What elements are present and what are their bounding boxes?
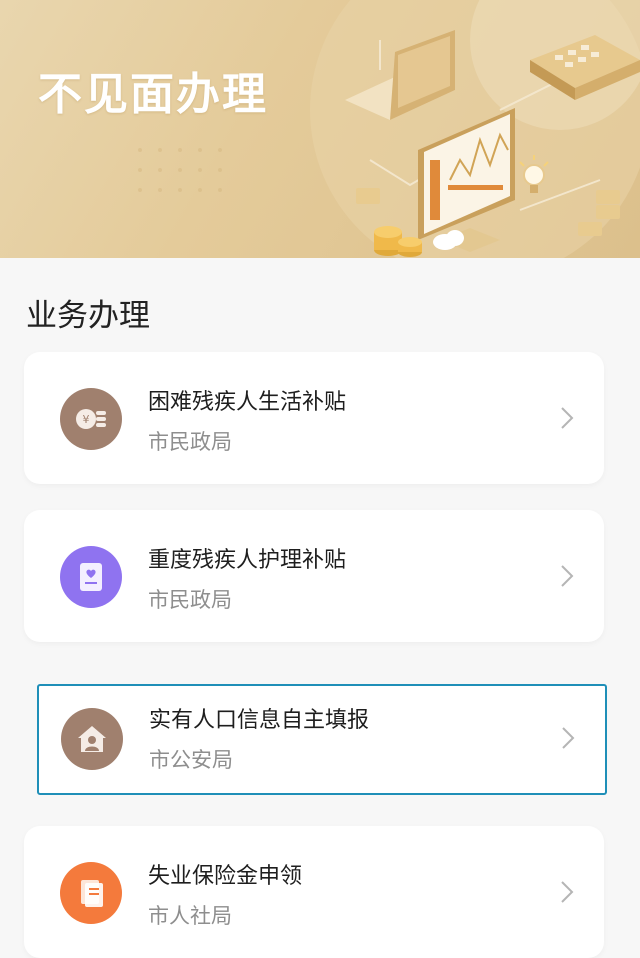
yuan-coins-icon: ¥ (60, 388, 122, 450)
section-title: 业务办理 (26, 298, 150, 334)
service-title: 困难残疾人生活补贴 (148, 390, 347, 415)
service-title: 重度残疾人护理补贴 (148, 548, 347, 573)
service-department: 市公安局 (149, 748, 233, 772)
house-person-icon (61, 708, 123, 770)
svg-text:¥: ¥ (83, 413, 90, 426)
service-title: 失业保险金申领 (148, 864, 303, 889)
service-department: 市民政局 (148, 430, 232, 454)
hero-banner: 不见面办理 (0, 0, 640, 258)
service-title: 实有人口信息自主填报 (149, 708, 370, 733)
service-card-population-info-self-report[interactable]: 实有人口信息自主填报 市公安局 (37, 684, 607, 795)
chevron-right-icon (562, 727, 575, 749)
service-card-severe-disability-care-subsidy[interactable]: 重度残疾人护理补贴 市民政局 (24, 510, 604, 642)
service-card-disability-living-subsidy[interactable]: ¥ 困难残疾人生活补贴 市民政局 (24, 352, 604, 484)
service-department: 市民政局 (148, 588, 232, 612)
service-card-unemployment-insurance-claim[interactable]: 失业保险金申领 市人社局 (24, 826, 604, 958)
service-department: 市人社局 (148, 904, 232, 928)
document-heart-icon (60, 546, 122, 608)
chevron-right-icon (561, 407, 574, 429)
chevron-right-icon (561, 881, 574, 903)
office-illustration (138, 0, 640, 258)
book-icon (60, 862, 122, 924)
chevron-right-icon (561, 565, 574, 587)
banner-title: 不见面办理 (38, 69, 268, 120)
